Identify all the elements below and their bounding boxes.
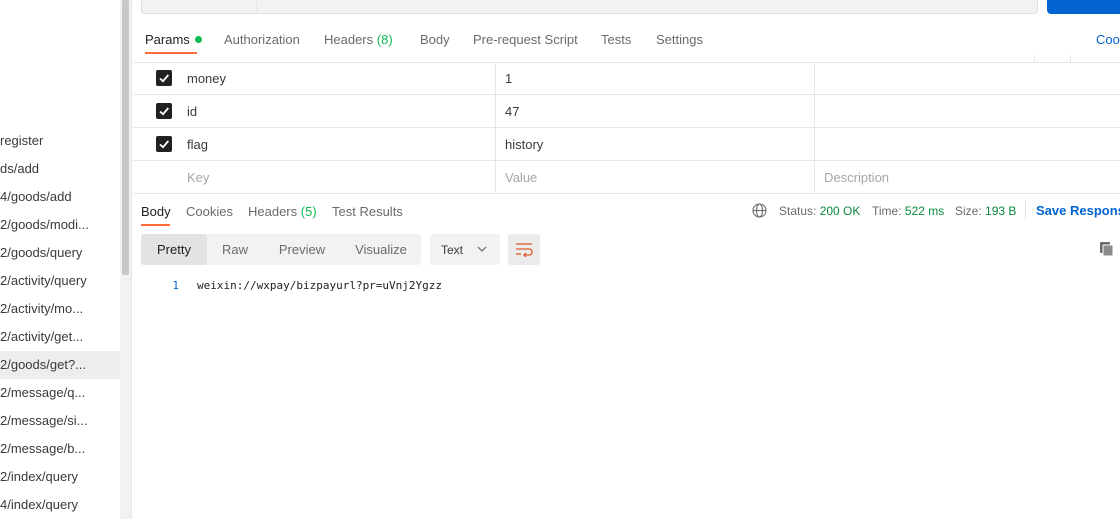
sidebar: register ds/add 4/goods/add 2/goods/modi… xyxy=(0,0,120,519)
response-code-line[interactable]: 1 weixin://wxpay/bizpayurl?pr=uVnj2Ygzz xyxy=(165,279,442,292)
sidebar-item[interactable]: 2/activity/query xyxy=(0,267,120,295)
param-value[interactable]: 47 xyxy=(495,95,814,128)
tab-tests[interactable]: Tests xyxy=(601,32,631,47)
param-description[interactable] xyxy=(814,128,1120,161)
param-description[interactable] xyxy=(814,62,1120,95)
sidebar-item-active[interactable]: 2/goods/get?... xyxy=(0,351,120,379)
table-row-new: Key Value Description xyxy=(133,161,1120,194)
sidebar-item[interactable]: ds/add xyxy=(0,155,120,183)
sidebar-item[interactable]: 2/goods/query xyxy=(0,239,120,267)
tab-headers-label: Headers xyxy=(324,32,374,47)
line-number: 1 xyxy=(172,279,179,292)
format-visualize-button[interactable]: Visualize xyxy=(341,234,421,265)
checkbox-icon[interactable] xyxy=(156,136,172,152)
format-raw-button[interactable]: Raw xyxy=(207,234,263,265)
cookies-link[interactable]: Coo xyxy=(1096,32,1120,47)
param-key[interactable]: id xyxy=(177,95,495,128)
checkbox-icon[interactable] xyxy=(156,70,172,86)
column-separator xyxy=(1034,55,1035,62)
status-label: Status: xyxy=(779,204,817,218)
time-label: Time: xyxy=(872,204,902,218)
active-tab-indicator xyxy=(145,52,197,54)
sidebar-item[interactable]: 2/activity/mo... xyxy=(0,295,120,323)
active-response-tab-indicator xyxy=(141,224,170,226)
tab-authorization[interactable]: Authorization xyxy=(224,32,300,47)
tab-params-label: Params xyxy=(145,32,190,47)
params-active-dot xyxy=(194,36,202,44)
response-headers-count: (5) xyxy=(300,204,317,219)
tab-response-body[interactable]: Body xyxy=(141,204,171,219)
tab-params[interactable]: Params xyxy=(145,32,202,47)
sidebar-item[interactable]: 2/index/query xyxy=(0,463,120,491)
checkbox-icon[interactable] xyxy=(156,103,172,119)
content-type-label: Text xyxy=(441,243,464,257)
status-value: 200 OK xyxy=(819,204,861,218)
param-value[interactable]: 1 xyxy=(495,62,814,95)
sidebar-divider[interactable] xyxy=(131,0,132,519)
time-value: 522 ms xyxy=(904,204,945,218)
size-info[interactable]: Size: 193 B xyxy=(955,204,1016,218)
response-body-text: weixin://wxpay/bizpayurl?pr=uVnj2Ygzz xyxy=(197,279,443,292)
copy-icon[interactable] xyxy=(1099,241,1115,257)
globe-icon[interactable] xyxy=(752,203,767,218)
tab-body[interactable]: Body xyxy=(420,32,450,47)
param-key-placeholder[interactable]: Key xyxy=(177,161,495,194)
status-divider xyxy=(1025,201,1026,219)
chevron-down-icon xyxy=(477,246,487,252)
param-value[interactable]: history xyxy=(495,128,814,161)
param-description-placeholder[interactable]: Description xyxy=(814,161,1120,194)
headers-count: (8) xyxy=(376,32,393,47)
param-value-placeholder[interactable]: Value xyxy=(495,161,814,194)
format-segmented-control: Pretty Raw Preview Visualize xyxy=(141,234,421,265)
table-row: flag history xyxy=(133,128,1120,161)
format-preview-button[interactable]: Preview xyxy=(263,234,341,265)
tab-test-results[interactable]: Test Results xyxy=(332,204,403,219)
param-key[interactable]: money xyxy=(177,62,495,95)
wrap-lines-icon xyxy=(516,243,533,257)
time-info[interactable]: Time: 522 ms xyxy=(872,204,944,218)
table-row: money 1 xyxy=(133,62,1120,95)
size-label: Size: xyxy=(955,204,982,218)
param-description[interactable] xyxy=(814,95,1120,128)
tab-headers[interactable]: Headers (8) xyxy=(324,32,393,47)
wrap-lines-button[interactable] xyxy=(508,234,540,265)
sidebar-item[interactable]: 2/message/q... xyxy=(0,379,120,407)
size-value: 193 B xyxy=(985,204,1017,218)
sidebar-item[interactable]: register xyxy=(0,127,120,155)
sidebar-item[interactable]: 2/message/b... xyxy=(0,435,120,463)
status-info[interactable]: Status: 200 OK xyxy=(779,204,860,218)
content-type-select[interactable]: Text xyxy=(430,234,500,265)
send-button[interactable] xyxy=(1047,0,1120,14)
save-response-button[interactable]: Save Respons xyxy=(1036,203,1120,218)
url-input[interactable] xyxy=(141,0,1038,14)
tab-response-cookies[interactable]: Cookies xyxy=(186,204,233,219)
param-key[interactable]: flag xyxy=(177,128,495,161)
sidebar-item[interactable]: 2/activity/get... xyxy=(0,323,120,351)
sidebar-item[interactable]: 4/index/query xyxy=(0,491,120,519)
format-pretty-button[interactable]: Pretty xyxy=(141,234,207,265)
column-separator xyxy=(1070,55,1071,62)
tab-settings[interactable]: Settings xyxy=(656,32,703,47)
sidebar-scrollbar-thumb[interactable] xyxy=(122,0,129,275)
sidebar-item[interactable]: 2/goods/modi... xyxy=(0,211,120,239)
tab-response-headers-label: Headers xyxy=(248,204,298,219)
sidebar-item[interactable]: 2/message/si... xyxy=(0,407,120,435)
request-tabs: Params Authorization Headers (8) Body Pr… xyxy=(133,25,1120,55)
tab-response-headers[interactable]: Headers (5) xyxy=(248,204,317,219)
table-row: id 47 xyxy=(133,95,1120,128)
sidebar-item[interactable]: 4/goods/add xyxy=(0,183,120,211)
method-select[interactable] xyxy=(142,0,257,13)
tab-pre-request-script[interactable]: Pre-request Script xyxy=(473,32,578,47)
